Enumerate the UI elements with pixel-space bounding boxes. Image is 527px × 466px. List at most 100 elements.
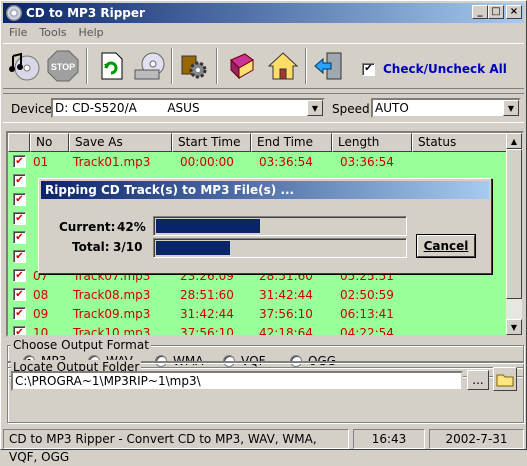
current-label: Current:: [59, 220, 116, 234]
maximize-button[interactable]: □: [488, 5, 504, 19]
scroll-up-icon[interactable]: ▲: [506, 133, 522, 149]
cell-no: 01: [33, 154, 49, 169]
cell-end: 42:18:64: [259, 325, 313, 337]
vertical-scrollbar[interactable]: ▲ ▼: [506, 133, 522, 335]
cell-start: 28:51:60: [180, 287, 234, 302]
table-row[interactable]: ✔ 10 Track10.mp3 37:56:10 42:18:64 04:22:54: [8, 323, 508, 337]
current-value: 42%: [117, 220, 146, 234]
settings-gear-icon[interactable]: [176, 48, 212, 84]
progress-dialog-title: Ripping CD Track(s) to MP3 File(s) ...: [41, 181, 489, 199]
window-title: CD to MP3 Ripper: [26, 6, 145, 20]
column-header-save-as[interactable]: Save As: [69, 133, 172, 152]
cell-start: 00:00:00: [180, 154, 234, 169]
cell-start: 31:42:44: [180, 306, 234, 321]
cell-save-as: Track10.mp3: [73, 325, 151, 337]
refresh-icon[interactable]: [93, 48, 129, 84]
toolbar-separator: [171, 48, 173, 84]
cell-length: 04:22:54: [340, 325, 394, 337]
stop-icon[interactable]: STOP: [45, 48, 81, 84]
total-label: Total:: [72, 240, 110, 254]
device-row: Device D: CD-S520/A ASUS ▼ Speed AUTO ▼: [3, 93, 524, 123]
device-label: Device: [11, 102, 53, 116]
toolbar-separator: [216, 48, 218, 84]
device-value: D: CD-S520/A ASUS: [55, 101, 200, 115]
menu-bar: File Tools Help: [3, 24, 110, 42]
home-icon[interactable]: [265, 48, 301, 84]
column-header-end-time[interactable]: End Time: [251, 133, 332, 152]
column-header-no[interactable]: No: [30, 133, 69, 152]
check-all-label[interactable]: Check/Uncheck All: [383, 62, 507, 76]
cell-save-as: Track09.mp3: [73, 306, 151, 321]
cell-save-as: Track01.mp3: [73, 154, 151, 169]
row-checkbox[interactable]: ✔: [13, 269, 26, 282]
cd-music-icon[interactable]: [7, 48, 43, 84]
row-checkbox[interactable]: ✔: [13, 307, 26, 320]
cell-length: 03:36:54: [340, 154, 394, 169]
app-window: CD to MP3 Ripper _ □ × File Tools Help S…: [0, 0, 527, 464]
speed-value: AUTO: [375, 101, 409, 115]
browse-button[interactable]: ...: [467, 370, 489, 390]
status-text: CD to MP3 Ripper - Convert CD to MP3, WA…: [3, 429, 349, 464]
total-value: 3/10: [113, 240, 143, 254]
table-row[interactable]: ✔ 08 Track08.mp3 28:51:60 31:42:44 02:50:59: [8, 285, 508, 304]
cell-no: 10: [33, 325, 49, 337]
scroll-down-icon[interactable]: ▼: [506, 319, 522, 335]
row-checkbox[interactable]: ✔: [13, 174, 26, 187]
cell-end: 03:36:54: [259, 154, 313, 169]
cell-save-as: Track08.mp3: [73, 287, 151, 302]
cancel-button[interactable]: Cancel: [417, 235, 475, 257]
current-progress-fill: [156, 219, 261, 233]
total-progress-fill: [156, 241, 231, 255]
check-all-control[interactable]: ✔ Check/Uncheck All: [362, 62, 507, 76]
track-list-header: No Save As Start Time End Time Length St…: [8, 133, 508, 152]
menu-file[interactable]: File: [3, 24, 33, 42]
title-bar: CD to MP3 Ripper _ □ ×: [3, 3, 524, 23]
row-checkbox[interactable]: ✔: [13, 231, 26, 244]
exit-door-icon[interactable]: [311, 48, 347, 84]
row-checkbox[interactable]: ✔: [13, 250, 26, 263]
table-row[interactable]: ✔ 01 Track01.mp3 00:00:00 03:36:54 03:36:54: [8, 152, 508, 171]
speed-label: Speed: [332, 102, 370, 116]
status-date: 2002-7-31: [429, 429, 524, 449]
chevron-down-icon[interactable]: ▼: [503, 100, 519, 116]
toolbar-separator: [86, 48, 88, 84]
minimize-button[interactable]: _: [472, 5, 488, 19]
close-button[interactable]: ×: [506, 5, 522, 19]
row-checkbox[interactable]: ✔: [13, 288, 26, 301]
cell-length: 06:13:41: [340, 306, 394, 321]
cd-drive-icon[interactable]: [131, 48, 167, 84]
folder-icon[interactable]: [493, 367, 517, 391]
menu-tools[interactable]: Tools: [33, 24, 72, 42]
cell-end: 37:56:10: [259, 306, 313, 321]
status-time: 16:43: [353, 429, 425, 449]
cell-no: 08: [33, 287, 49, 302]
check-all-checkbox[interactable]: ✔: [362, 62, 375, 76]
progress-dialog: Ripping CD Track(s) to MP3 File(s) ... C…: [38, 178, 492, 274]
app-cd-icon: [6, 5, 22, 21]
book-icon[interactable]: [223, 48, 259, 84]
chevron-down-icon[interactable]: ▼: [307, 100, 323, 116]
column-header-status[interactable]: Status: [412, 133, 508, 152]
speed-select[interactable]: AUTO ▼: [371, 98, 521, 118]
table-row[interactable]: ✔ 09 Track09.mp3 31:42:44 37:56:10 06:13:41: [8, 304, 508, 323]
cell-start: 37:56:10: [180, 325, 234, 337]
row-checkbox[interactable]: ✔: [13, 326, 26, 335]
row-checkbox[interactable]: ✔: [13, 193, 26, 206]
output-folder-value: C:\PROGRA~1\MP3RIP~1\mp3\: [15, 374, 201, 388]
cell-length: 02:50:59: [340, 287, 394, 302]
scroll-thumb[interactable]: [506, 149, 522, 299]
cell-end: 31:42:44: [259, 287, 313, 302]
column-header-start-time[interactable]: Start Time: [172, 133, 251, 152]
menu-help[interactable]: Help: [73, 24, 110, 42]
row-checkbox[interactable]: ✔: [13, 212, 26, 225]
column-header-length[interactable]: Length: [332, 133, 412, 152]
column-header-check[interactable]: [8, 133, 30, 152]
output-format-label: Choose Output Format: [11, 338, 151, 352]
row-checkbox[interactable]: ✔: [13, 155, 26, 168]
toolbar-separator: [305, 48, 307, 84]
output-folder-input[interactable]: C:\PROGRA~1\MP3RIP~1\mp3\: [11, 371, 463, 391]
current-progress-bar: [153, 216, 407, 236]
device-select[interactable]: D: CD-S520/A ASUS ▼: [51, 98, 325, 118]
svg-text:STOP: STOP: [51, 62, 75, 72]
cell-no: 09: [33, 306, 49, 321]
